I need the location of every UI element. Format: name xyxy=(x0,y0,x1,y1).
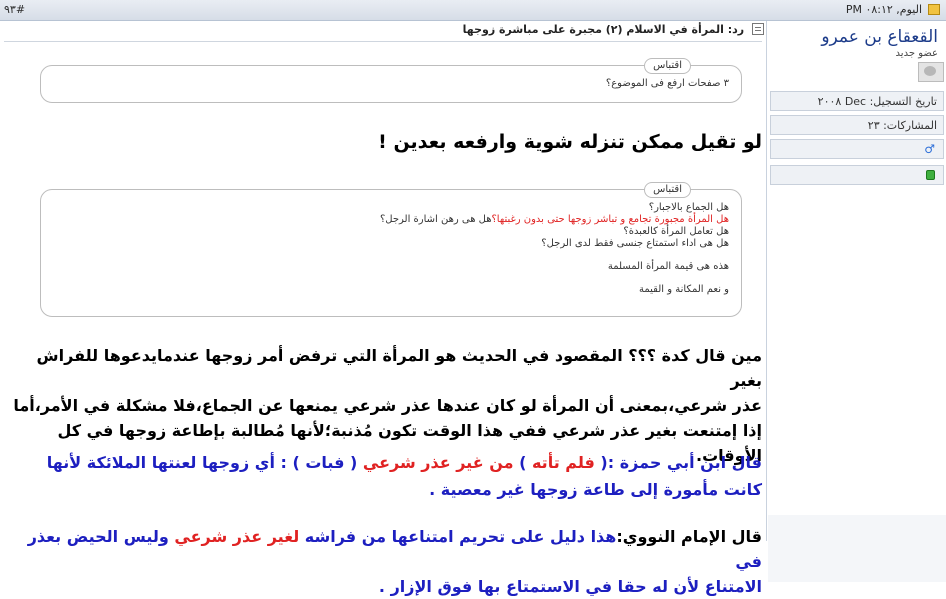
post-message: رد: المرأة في الاسلام (٢) مجبرة على مباش… xyxy=(0,21,767,596)
user-title: عضو جديد xyxy=(895,48,938,59)
user-sidebar: القعقاع بن عمرو عضو جديد تاريخ التسجيل: … xyxy=(768,21,946,541)
quote-line: هل المرأة مجبورة تجامع و تباشر زوجها حتى… xyxy=(53,214,729,226)
quote-line: و نعم المكانة و القيمة xyxy=(639,284,729,295)
online-status-icon xyxy=(926,170,935,180)
male-icon: ♂ xyxy=(924,142,935,156)
quote-text: ٣ صفحات ارفع فى الموضوع؟ xyxy=(53,78,729,90)
join-date: تاريخ التسجيل: Dec ٢٠٠٨ xyxy=(770,91,944,111)
sidebar-footer xyxy=(768,515,946,582)
paragraph-line: عذر شرعي،بمعنى أن المرأة لو كان عندها عذ… xyxy=(13,396,762,415)
quote-label: اقتباس xyxy=(644,182,691,198)
paragraph-line: قال الإمام النووي:هذا دليل على تحريم امت… xyxy=(2,524,762,574)
post-title-row: رد: المرأة في الاسلام (٢) مجبرة على مباش… xyxy=(4,23,764,41)
quote-red-text: هل المرأة مجبورة تجامع و تباشر زوجها حتى… xyxy=(491,214,730,225)
text-span: قال ابن أبي حمزة :( xyxy=(600,453,762,472)
post-count: المشاركات: ٢٣ xyxy=(770,115,944,135)
paragraph-line: قال ابن أبي حمزة :( فلم تأته ) من غير عذ… xyxy=(2,449,762,476)
quote-line: هذه هى قيمة المرأة المسلمة xyxy=(607,261,729,272)
text-span: هذا دليل على تحريم امتناعها من فراشه xyxy=(299,527,617,546)
text-span: ( فبات ) : أي زوجها لعنتها الملائكة لأنه… xyxy=(46,453,363,472)
gender-box: ♂ xyxy=(770,139,944,159)
quote-label: اقتباس xyxy=(644,58,691,74)
paragraph-line: كانت مأمورة إلى طاعة زوجها غير معصية . xyxy=(429,480,762,499)
quote-box-2: اقتباس هل الجماع بالاجبار؟ هل المرأة مجب… xyxy=(40,182,742,317)
post-number-link[interactable]: #٩٣ xyxy=(4,3,25,16)
quote-line: ٣ صفحات ارفع فى الموضوع؟ xyxy=(605,78,729,89)
username-link[interactable]: القعقاع بن عمرو xyxy=(821,27,938,47)
quote-box-1: اقتباس ٣ صفحات ارفع فى الموضوع؟ xyxy=(40,58,742,103)
quote-text: هل الجماع بالاجبار؟ هل المرأة مجبورة تجا… xyxy=(53,202,729,296)
status-box xyxy=(770,165,944,185)
quote-line: هل الجماع بالاجبار؟ xyxy=(648,202,729,213)
quote-line: هل هى اداء استمتاع جنسى فقط لدى الرجل؟ xyxy=(541,238,729,249)
quote-text-rest: هل هى رهن اشارة الرجل؟ xyxy=(379,214,492,225)
reply-line-1: لو تقيل ممكن تنزله شوية وارفعه بعدين ! xyxy=(378,131,762,153)
post-status-icon xyxy=(928,4,940,15)
post-header-bar: #٩٣ اليوم, ٠٨:١٢ PM xyxy=(0,0,946,21)
avatar[interactable] xyxy=(918,62,944,82)
text-span: ) xyxy=(513,453,527,472)
text-span-red: فلم تأته xyxy=(526,453,601,472)
post-date: اليوم, ٠٨:١٢ PM xyxy=(845,3,922,16)
text-span-red: من غير عذر شرعي xyxy=(362,453,514,472)
reply-paragraph-2: قال ابن أبي حمزة :( فلم تأته ) من غير عذ… xyxy=(2,449,762,503)
reply-paragraph-3: قال الإمام النووي:هذا دليل على تحريم امت… xyxy=(2,524,762,599)
paragraph-line: الامتناع لأن له حقا في الاستمتاع بها فوق… xyxy=(378,577,762,596)
post-title: رد: المرأة في الاسلام (٢) مجبرة على مباش… xyxy=(462,23,745,36)
text-span-black: قال الإمام النووي: xyxy=(616,527,762,546)
title-divider xyxy=(4,41,762,42)
paragraph-line: مين قال كدة ؟؟؟ المقصود في الحديث هو الم… xyxy=(36,346,762,390)
text-span-red: لغير عذر شرعي xyxy=(174,527,300,546)
quote-line: هل تعامل المرأة كالعبدة؟ xyxy=(623,226,729,237)
document-icon xyxy=(752,23,764,35)
